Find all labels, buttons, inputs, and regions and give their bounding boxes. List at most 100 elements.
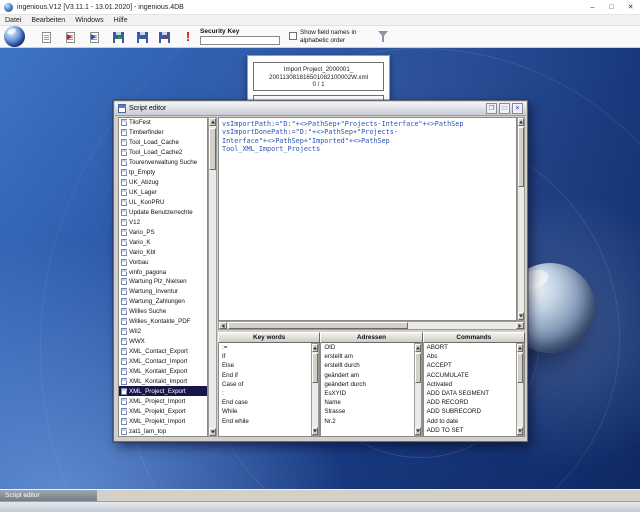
ref-list-scrollbar[interactable] bbox=[516, 343, 524, 436]
code-editor-hscrollbar[interactable] bbox=[218, 321, 525, 330]
ref-item[interactable]: Activated bbox=[424, 380, 516, 389]
scroll-track[interactable] bbox=[312, 352, 318, 427]
alphabetic-order-checkbox[interactable] bbox=[289, 32, 297, 40]
ref-item[interactable]: erstellt am bbox=[321, 352, 413, 361]
scroll-down-button[interactable] bbox=[209, 428, 216, 436]
ref-item[interactable]: ADD TO SET bbox=[424, 426, 516, 435]
ref-item[interactable]: : bbox=[219, 389, 311, 398]
ref-item[interactable]: ADD DATA SEGMENT bbox=[424, 389, 516, 398]
ref-item[interactable]: Add to date bbox=[424, 417, 516, 426]
script-item[interactable]: Wil2 bbox=[119, 327, 207, 337]
script-item[interactable]: Willies Suche bbox=[119, 307, 207, 317]
menu-bearbeiten[interactable]: Bearbeiten bbox=[26, 15, 70, 26]
window-close-button[interactable]: ✕ bbox=[512, 103, 523, 114]
script-item[interactable]: vinfo_pagona bbox=[119, 267, 207, 277]
script-item[interactable]: tp_Empty bbox=[119, 168, 207, 178]
script-item[interactable]: Update Benutzerrechte bbox=[119, 207, 207, 217]
menu-datei[interactable]: Datei bbox=[0, 15, 26, 26]
script-item[interactable]: WWX bbox=[119, 337, 207, 347]
window-restore-button[interactable]: ❐ bbox=[486, 103, 497, 114]
ref-item[interactable]: While bbox=[219, 407, 311, 416]
scroll-thumb[interactable] bbox=[209, 128, 216, 170]
ref-item[interactable]: End while bbox=[219, 417, 311, 426]
script-item[interactable]: XML_Contact_Export bbox=[119, 347, 207, 357]
ref-column-header[interactable]: Key words bbox=[218, 332, 320, 343]
script-item[interactable]: V12 bbox=[119, 217, 207, 227]
script-item[interactable]: XML_Kontakt_Import bbox=[119, 376, 207, 386]
scroll-up-button[interactable] bbox=[415, 344, 421, 352]
script-item[interactable]: zat1_lam_top bbox=[119, 426, 207, 436]
script-item[interactable]: Vario_PS bbox=[119, 227, 207, 237]
scroll-down-button[interactable] bbox=[517, 427, 523, 435]
ref-item[interactable]: Nr.2 bbox=[321, 417, 413, 426]
scroll-down-button[interactable] bbox=[312, 427, 318, 435]
script-item[interactable]: UK_Lager bbox=[119, 188, 207, 198]
script-list-scrollbar[interactable] bbox=[208, 117, 217, 437]
ref-item[interactable]: geändert durch bbox=[321, 380, 413, 389]
script-item[interactable]: Wartung Plz_Nielsen bbox=[119, 277, 207, 287]
scroll-right-button[interactable] bbox=[516, 322, 524, 329]
scroll-left-button[interactable] bbox=[219, 322, 227, 329]
new-document-button[interactable] bbox=[36, 28, 56, 46]
export-button[interactable] bbox=[60, 28, 80, 46]
scroll-thumb[interactable] bbox=[312, 353, 318, 383]
scroll-track[interactable] bbox=[518, 126, 524, 312]
scroll-up-button[interactable] bbox=[517, 344, 523, 352]
ref-item[interactable]: Case of bbox=[219, 380, 311, 389]
ref-item[interactable]: ACCEPT bbox=[424, 361, 516, 370]
ref-item[interactable]: Name bbox=[321, 398, 413, 407]
ref-item[interactable]: End if bbox=[219, 371, 311, 380]
ref-item[interactable]: := bbox=[219, 343, 311, 352]
security-key-input[interactable] bbox=[200, 36, 280, 45]
filter-icon[interactable] bbox=[378, 31, 389, 43]
ref-item[interactable]: EsXYID bbox=[321, 389, 413, 398]
script-item[interactable]: Vario_Kbl bbox=[119, 247, 207, 257]
scroll-down-button[interactable] bbox=[518, 312, 524, 320]
abort-button[interactable]: ! bbox=[178, 28, 198, 46]
import-button[interactable] bbox=[84, 28, 104, 46]
ref-item[interactable]: ACCUMULATE bbox=[424, 371, 516, 380]
script-item[interactable]: XML_Project_Import bbox=[119, 396, 207, 406]
ref-item[interactable]: ABORT bbox=[424, 343, 516, 352]
script-item[interactable]: XML_Kontakt_Export bbox=[119, 366, 207, 376]
scroll-down-button[interactable] bbox=[415, 427, 421, 435]
ref-item[interactable]: geändert am bbox=[321, 371, 413, 380]
script-item[interactable]: Wartung_Inventur bbox=[119, 287, 207, 297]
scroll-track[interactable] bbox=[209, 126, 216, 428]
ref-item[interactable]: ADD SUBRECORD bbox=[424, 407, 516, 416]
menu-windows[interactable]: Windows bbox=[70, 15, 108, 26]
ref-column-header[interactable]: Commands bbox=[423, 332, 525, 343]
script-item[interactable]: Timberfinder bbox=[119, 128, 207, 138]
window-maximize-button[interactable]: □ bbox=[499, 103, 510, 114]
ref-item[interactable]: erstellt durch bbox=[321, 361, 413, 370]
scroll-thumb[interactable] bbox=[415, 353, 421, 383]
script-item[interactable]: Wartung_Zahlungen bbox=[119, 297, 207, 307]
script-item[interactable]: Tool_Load_Cache2 bbox=[119, 148, 207, 158]
delete-button[interactable]: × bbox=[154, 28, 174, 46]
script-item[interactable]: XML_Contact_Import bbox=[119, 357, 207, 367]
ref-item[interactable]: OID bbox=[321, 343, 413, 352]
script-item[interactable]: XML_Projekt_Import bbox=[119, 416, 207, 426]
scroll-up-button[interactable] bbox=[312, 344, 318, 352]
close-button[interactable]: ✕ bbox=[621, 0, 640, 15]
ref-item[interactable]: Else bbox=[219, 361, 311, 370]
scroll-thumb[interactable] bbox=[518, 127, 524, 187]
script-editor-titlebar[interactable]: Script editor ❐ □ ✕ bbox=[115, 102, 526, 116]
ref-list-scrollbar[interactable] bbox=[414, 343, 422, 436]
maximize-button[interactable]: □ bbox=[602, 0, 621, 15]
scroll-thumb[interactable] bbox=[228, 322, 408, 329]
ref-item[interactable]: Abs bbox=[424, 352, 516, 361]
scroll-track[interactable] bbox=[227, 322, 516, 329]
ref-item[interactable]: If bbox=[219, 352, 311, 361]
minimize-button[interactable]: – bbox=[583, 0, 602, 15]
code-editor-vscrollbar[interactable] bbox=[517, 117, 525, 321]
save-button[interactable] bbox=[132, 28, 152, 46]
scroll-up-button[interactable] bbox=[518, 118, 524, 126]
script-item[interactable]: Vorbau bbox=[119, 257, 207, 267]
scroll-track[interactable] bbox=[517, 352, 523, 427]
script-item[interactable]: Tourenverwaltung Suche bbox=[119, 158, 207, 168]
save-as-button[interactable] bbox=[108, 28, 128, 46]
ref-list-scrollbar[interactable] bbox=[311, 343, 319, 436]
script-item[interactable]: XML_Projekt_Export bbox=[119, 406, 207, 416]
scroll-up-button[interactable] bbox=[209, 118, 216, 126]
